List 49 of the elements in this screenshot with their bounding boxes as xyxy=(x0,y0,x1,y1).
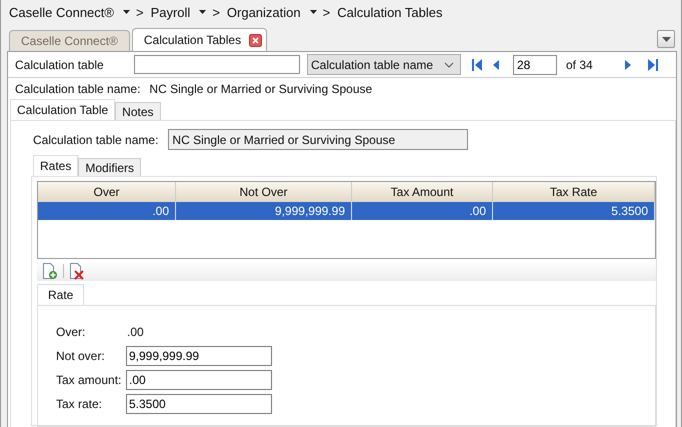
breadcrumb-link[interactable]: Caselle Connect® xyxy=(9,4,114,20)
last-record-icon[interactable] xyxy=(647,58,659,72)
field-label: Tax amount: xyxy=(56,373,122,387)
breadcrumb-link[interactable]: Payroll xyxy=(150,4,190,20)
input-field[interactable]: 5.3500 xyxy=(126,394,272,414)
search-by-dropdown[interactable]: Calculation table name xyxy=(307,54,461,75)
caret-icon[interactable] xyxy=(122,10,130,14)
delete-document-icon[interactable] xyxy=(69,262,85,280)
tab-list-button[interactable] xyxy=(657,30,675,48)
tab[interactable]: Modifiers xyxy=(78,158,142,176)
field-label: Tax rate: xyxy=(56,397,104,411)
table-cell: .00 xyxy=(38,202,176,220)
table-row[interactable]: .00 9,999,999.99 .00 5.3500 xyxy=(38,202,655,220)
field-label: Calculation table name: xyxy=(33,132,158,146)
info-value: NC Single or Married or Surviving Spouse xyxy=(149,82,372,96)
caret-icon[interactable] xyxy=(310,10,317,14)
search-field[interactable] xyxy=(134,55,300,74)
breadcrumb-separator: > xyxy=(212,4,220,20)
tab[interactable]: Rates xyxy=(33,155,78,176)
chevron-icon xyxy=(444,62,454,68)
table-cell: .00 xyxy=(352,202,493,220)
document-tab[interactable]: Calculation Tables xyxy=(132,28,268,51)
caret-icon xyxy=(662,36,670,42)
tab[interactable]: Calculation Table xyxy=(10,99,116,120)
add-document-icon[interactable] xyxy=(42,262,58,280)
tab[interactable]: Rate xyxy=(37,284,84,305)
tab[interactable]: Notes xyxy=(115,102,161,120)
breadcrumb-link[interactable]: Organization xyxy=(226,4,301,20)
first-record-icon[interactable] xyxy=(471,58,483,72)
name-field: NC Single or Married or Surviving Spouse xyxy=(168,129,468,150)
info-label: Calculation table name: xyxy=(15,82,140,96)
record-count: of 34 xyxy=(566,58,594,72)
input-field[interactable]: .00 xyxy=(126,370,272,390)
breadcrumb-separator: > xyxy=(322,4,330,20)
next-record-icon[interactable] xyxy=(624,58,632,72)
table-cell: 9,999,999.99 xyxy=(176,202,352,220)
document-tab[interactable]: Caselle Connect® xyxy=(9,30,130,51)
breadcrumb-separator: > xyxy=(136,4,144,20)
table-cell: 5.3500 xyxy=(493,202,655,220)
field-label: Not over: xyxy=(56,349,106,363)
close-icon[interactable] xyxy=(249,34,262,46)
caret-icon[interactable] xyxy=(199,10,206,14)
previous-record-icon[interactable] xyxy=(492,58,500,72)
input-field[interactable]: 9,999,999.99 xyxy=(126,346,272,366)
breadcrumb-link[interactable]: Calculation Tables xyxy=(337,4,442,20)
field-label: Over: xyxy=(56,325,86,339)
field-value: .00 xyxy=(126,325,144,339)
field-label: Calculation table xyxy=(15,58,105,72)
record-number-field[interactable]: 28 xyxy=(513,54,557,74)
